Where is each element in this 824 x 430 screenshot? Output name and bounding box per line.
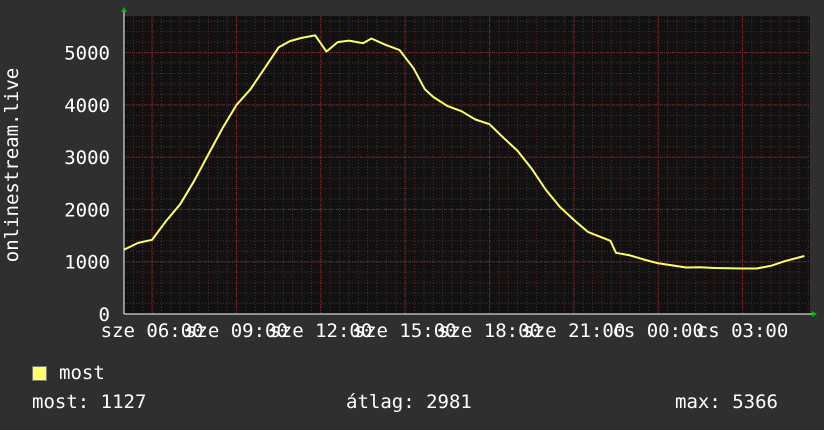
y-tick-label: 3000: [64, 147, 110, 169]
legend-label: most: [59, 362, 105, 384]
chart: 010002000300040005000sze 06:00sze 09:00s…: [1, 7, 817, 342]
plot-area: [124, 16, 810, 314]
stat-maximum: max: 5366: [675, 391, 778, 413]
stat-average: átlag: 2981: [346, 391, 472, 413]
legend-swatch: [32, 365, 47, 381]
y-tick-label: 1000: [64, 252, 110, 274]
x-tick-label: cs 03:00: [697, 320, 789, 342]
y-tick-label: 5000: [64, 43, 110, 65]
x-tick-label: cs 00:00: [612, 320, 704, 342]
y-tick-label: 4000: [64, 95, 110, 117]
legend: most: [32, 362, 105, 384]
y-axis-label: onlinestream.live: [1, 68, 23, 262]
y-axis-arrow: [121, 7, 127, 12]
y-tick-label: 2000: [64, 199, 110, 221]
x-axis-arrow: [812, 311, 817, 317]
stat-current: most: 1127: [32, 391, 147, 413]
x-tick-label: sze 21:00: [522, 320, 625, 342]
